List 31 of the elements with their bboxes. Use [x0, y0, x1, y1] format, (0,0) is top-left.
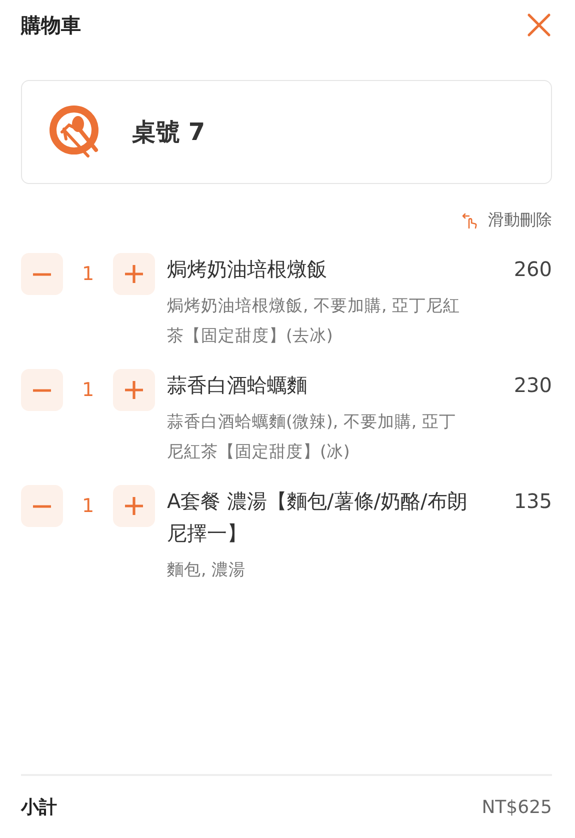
quantity: 1 — [80, 263, 96, 285]
quantity: 1 — [80, 495, 96, 517]
table-number: 桌號 7 — [132, 117, 206, 148]
minus-icon — [32, 388, 52, 392]
swipe-delete-hint: 滑動刪除 — [488, 210, 552, 231]
close-icon — [527, 13, 551, 37]
item-price: 135 — [512, 488, 552, 515]
cart-title: 購物車 — [21, 12, 81, 38]
increase-button[interactable] — [113, 253, 155, 295]
plus-icon — [124, 496, 144, 516]
quantity: 1 — [80, 379, 96, 401]
decrease-button[interactable] — [21, 485, 63, 527]
item-name: 焗烤奶油培根燉飯 — [167, 256, 328, 283]
increase-button[interactable] — [113, 485, 155, 527]
item-options: 焗烤奶油培根燉飯, 不要加購, 亞丁尼紅茶【固定甜度】(去冰) — [167, 291, 470, 351]
plus-icon — [124, 380, 144, 400]
item-price: 230 — [512, 372, 552, 399]
increase-button[interactable] — [113, 369, 155, 411]
decrease-button[interactable] — [21, 369, 63, 411]
item-options: 麵包, 濃湯 — [167, 555, 470, 585]
subtotal-label: 小計 — [21, 796, 57, 819]
decrease-button[interactable] — [21, 253, 63, 295]
close-button[interactable] — [526, 12, 552, 38]
subtotal-amount: NT$625 — [482, 796, 552, 818]
plus-icon — [124, 264, 144, 284]
minus-icon — [32, 504, 52, 508]
item-options: 蒜香白酒蛤蠣麵(微辣), 不要加購, 亞丁尼紅茶【固定甜度】(冰) — [167, 407, 470, 467]
item-name: A套餐 濃湯【麵包/薯條/奶酪/布朗尼擇一】 — [167, 488, 468, 547]
item-name: 蒜香白酒蛤蠣麵 — [167, 372, 308, 399]
item-price: 260 — [512, 256, 552, 283]
minus-icon — [32, 272, 52, 276]
